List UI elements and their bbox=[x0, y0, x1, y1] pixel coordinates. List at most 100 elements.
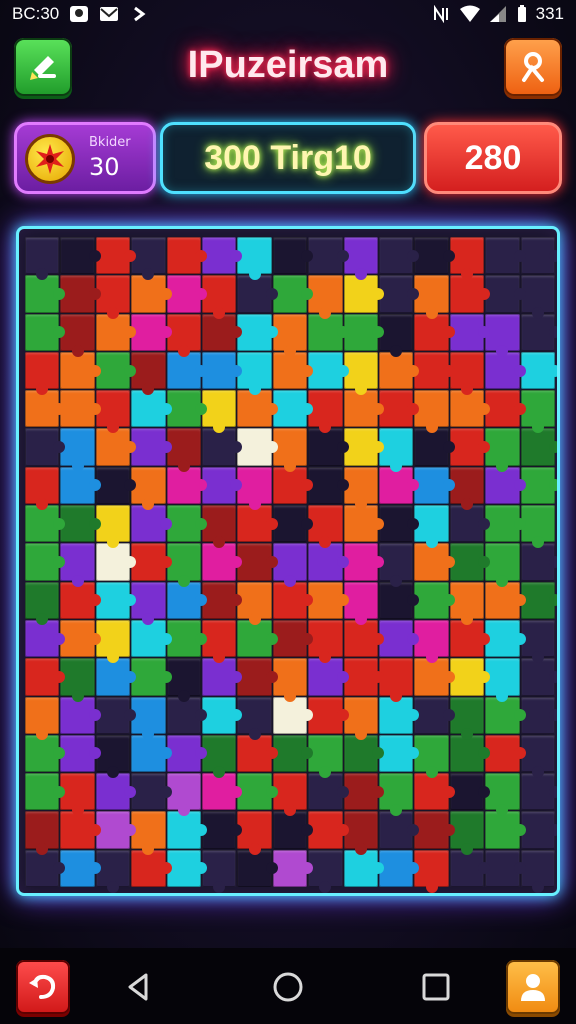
puzzle-piece[interactable] bbox=[379, 466, 420, 505]
puzzle-piece[interactable] bbox=[202, 658, 243, 696]
puzzle-piece[interactable] bbox=[95, 734, 131, 779]
puzzle-piece[interactable] bbox=[237, 658, 279, 696]
puzzle-piece[interactable] bbox=[485, 773, 520, 817]
puzzle-piece[interactable] bbox=[485, 505, 527, 543]
puzzle-piece[interactable] bbox=[25, 696, 60, 741]
puzzle-piece[interactable] bbox=[485, 313, 520, 358]
puzzle-piece[interactable] bbox=[379, 428, 414, 473]
puzzle-piece[interactable] bbox=[343, 351, 378, 396]
puzzle-piece[interactable] bbox=[95, 773, 137, 811]
puzzle-piece[interactable] bbox=[414, 351, 456, 390]
puzzle-piece[interactable] bbox=[60, 619, 102, 658]
puzzle-piece[interactable] bbox=[95, 275, 131, 319]
puzzle-piece[interactable] bbox=[414, 658, 456, 696]
nav-back-icon[interactable] bbox=[122, 970, 156, 1004]
puzzle-piece[interactable] bbox=[95, 849, 131, 893]
puzzle-piece[interactable] bbox=[414, 619, 449, 664]
puzzle-piece[interactable] bbox=[166, 275, 208, 313]
puzzle-piece[interactable] bbox=[520, 734, 555, 779]
puzzle-piece[interactable] bbox=[343, 237, 378, 281]
puzzle-piece[interactable] bbox=[520, 466, 557, 505]
puzzle-piece[interactable] bbox=[95, 237, 137, 275]
puzzle-piece[interactable] bbox=[60, 390, 102, 428]
puzzle-piece[interactable] bbox=[131, 696, 166, 741]
puzzle-piece[interactable] bbox=[343, 313, 385, 351]
puzzle-piece[interactable] bbox=[237, 428, 279, 466]
puzzle-piece[interactable] bbox=[520, 658, 557, 696]
puzzle-piece[interactable] bbox=[202, 351, 243, 390]
nav-recents-icon[interactable] bbox=[419, 970, 453, 1004]
puzzle-piece[interactable] bbox=[202, 237, 243, 275]
puzzle-piece[interactable] bbox=[343, 696, 378, 741]
puzzle-piece[interactable] bbox=[131, 390, 173, 428]
puzzle-piece[interactable] bbox=[379, 543, 414, 587]
puzzle-piece[interactable] bbox=[95, 696, 137, 734]
puzzle-piece[interactable] bbox=[343, 581, 378, 626]
puzzle-piece[interactable] bbox=[202, 696, 243, 734]
puzzle-piece[interactable] bbox=[520, 390, 555, 434]
puzzle-piece[interactable] bbox=[95, 658, 137, 696]
puzzle-piece[interactable] bbox=[308, 237, 350, 275]
puzzle-piece[interactable] bbox=[95, 505, 131, 549]
puzzle-piece[interactable] bbox=[379, 390, 420, 428]
puzzle-piece[interactable] bbox=[308, 313, 350, 351]
puzzle-piece[interactable] bbox=[166, 313, 201, 358]
puzzle-piece[interactable] bbox=[343, 543, 385, 581]
puzzle-piece[interactable] bbox=[60, 849, 102, 887]
puzzle-piece[interactable] bbox=[166, 237, 208, 275]
puzzle-piece[interactable] bbox=[449, 313, 491, 351]
puzzle-piece[interactable] bbox=[343, 505, 385, 543]
puzzle-piece[interactable] bbox=[237, 773, 279, 811]
puzzle-piece[interactable] bbox=[202, 275, 237, 319]
puzzle-piece[interactable] bbox=[414, 505, 449, 549]
puzzle-piece[interactable] bbox=[272, 811, 314, 849]
puzzle-piece[interactable] bbox=[166, 773, 201, 817]
puzzle-piece[interactable] bbox=[520, 849, 555, 893]
puzzle-piece[interactable] bbox=[520, 543, 557, 581]
puzzle-piece[interactable] bbox=[95, 543, 137, 581]
puzzle-piece[interactable] bbox=[414, 313, 456, 351]
puzzle-piece[interactable] bbox=[449, 543, 491, 581]
puzzle-piece[interactable] bbox=[237, 466, 272, 511]
puzzle-piece[interactable] bbox=[520, 696, 557, 734]
puzzle-piece[interactable] bbox=[449, 849, 491, 887]
puzzle-piece[interactable] bbox=[131, 581, 166, 626]
puzzle-piece[interactable] bbox=[202, 428, 243, 466]
puzzle-piece[interactable] bbox=[414, 581, 456, 619]
puzzle-piece[interactable] bbox=[237, 543, 279, 581]
user-button[interactable] bbox=[506, 960, 560, 1014]
puzzle-piece[interactable] bbox=[166, 658, 201, 702]
puzzle-piece[interactable] bbox=[414, 734, 449, 779]
puzzle-piece[interactable] bbox=[60, 237, 102, 275]
puzzle-piece[interactable] bbox=[131, 351, 166, 396]
puzzle-piece[interactable] bbox=[131, 619, 173, 658]
puzzle-piece[interactable] bbox=[60, 428, 95, 473]
puzzle-piece[interactable] bbox=[485, 696, 527, 734]
puzzle-piece[interactable] bbox=[414, 849, 449, 893]
puzzle-piece[interactable] bbox=[485, 581, 527, 619]
puzzle-piece[interactable] bbox=[25, 811, 60, 856]
puzzle-piece[interactable] bbox=[343, 811, 378, 856]
puzzle-piece[interactable] bbox=[485, 428, 520, 473]
puzzle-piece[interactable] bbox=[60, 581, 102, 619]
puzzle-piece[interactable] bbox=[414, 390, 449, 434]
puzzle-piece[interactable] bbox=[379, 658, 414, 702]
puzzle-piece[interactable] bbox=[449, 275, 491, 313]
puzzle-piece[interactable] bbox=[166, 466, 208, 505]
puzzle-piece[interactable] bbox=[379, 351, 420, 390]
puzzle-piece[interactable] bbox=[166, 543, 201, 587]
puzzle-piece[interactable] bbox=[60, 275, 102, 313]
puzzle-piece[interactable] bbox=[25, 351, 60, 396]
nav-home-icon[interactable] bbox=[271, 970, 305, 1004]
puzzle-piece[interactable] bbox=[60, 466, 102, 505]
puzzle-piece[interactable] bbox=[485, 543, 520, 587]
puzzle-piece[interactable] bbox=[25, 543, 66, 581]
puzzle-piece[interactable] bbox=[166, 849, 208, 887]
puzzle-piece[interactable] bbox=[379, 313, 414, 358]
puzzle-piece[interactable] bbox=[414, 811, 456, 849]
puzzle-piece[interactable] bbox=[308, 658, 350, 696]
puzzle-piece[interactable] bbox=[414, 428, 456, 466]
puzzle-piece[interactable] bbox=[95, 313, 137, 351]
puzzle-piece[interactable] bbox=[272, 619, 314, 658]
puzzle-piece[interactable] bbox=[131, 466, 166, 511]
